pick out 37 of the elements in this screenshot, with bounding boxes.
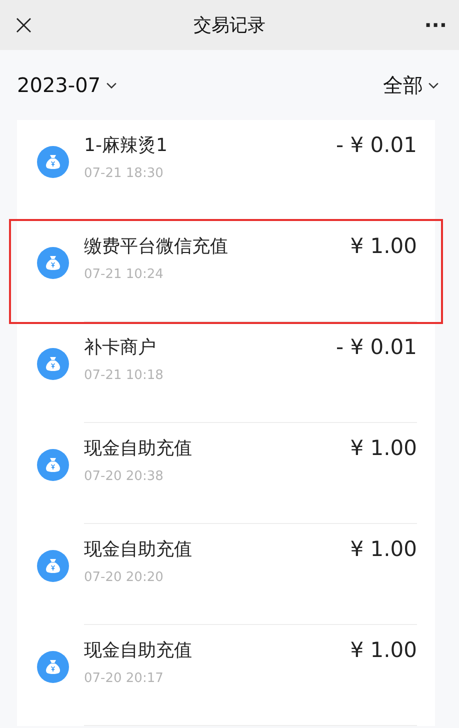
chevron-down-icon: [106, 82, 117, 88]
transaction-row[interactable]: 现金自助充值 ¥ 1.00 07-20 20:17: [17, 625, 435, 726]
transaction-time: 07-20 20:20: [84, 570, 164, 585]
transaction-name: 现金自助充值: [84, 639, 192, 662]
transaction-row[interactable]: 1-麻辣烫1 - ¥ 0.01 07-21 18:30: [17, 120, 435, 221]
transaction-time: 07-21 10:18: [84, 368, 164, 383]
transaction-row[interactable]: 缴费平台微信充值 ¥ 1.00 07-21 10:24: [11, 221, 441, 322]
transaction-amount: ¥ 1.00: [350, 537, 417, 561]
transaction-amount: ¥ 1.00: [350, 638, 417, 662]
money-bag-icon: [37, 348, 69, 380]
transaction-amount: - ¥ 0.01: [336, 133, 417, 157]
transaction-name: 缴费平台微信充值: [84, 235, 228, 258]
more-button[interactable]: ···: [407, 15, 447, 35]
transaction-name: 现金自助充值: [84, 437, 192, 460]
transaction-amount: ¥ 1.00: [350, 234, 417, 258]
transaction-time: 07-21 18:30: [84, 166, 164, 181]
close-button[interactable]: ×: [12, 11, 52, 39]
transaction-row[interactable]: 补卡商户 - ¥ 0.01 07-21 10:18: [17, 322, 435, 423]
transaction-amount: ¥ 1.00: [350, 436, 417, 460]
money-bag-icon: [37, 247, 69, 279]
category-dropdown[interactable]: 全部: [383, 72, 439, 98]
transaction-name: 现金自助充值: [84, 538, 192, 561]
transaction-row[interactable]: 现金自助充值 ¥ 1.00 07-20 20:20: [17, 524, 435, 625]
money-bag-icon: [37, 449, 69, 481]
transaction-name: 补卡商户: [84, 336, 156, 359]
transaction-name: 1-麻辣烫1: [84, 134, 168, 157]
month-dropdown[interactable]: 2023-07: [17, 73, 117, 97]
page-title: 交易记录: [194, 14, 266, 37]
money-bag-icon: [37, 146, 69, 178]
transaction-time: 07-20 20:17: [84, 671, 164, 686]
transaction-time: 07-21 10:24: [84, 267, 164, 282]
money-bag-icon: [37, 651, 69, 683]
transaction-time: 07-20 20:38: [84, 469, 164, 484]
chevron-down-icon: [428, 82, 439, 88]
money-bag-icon: [37, 550, 69, 582]
transaction-row[interactable]: 现金自助充值 ¥ 1.00 07-20 20:38: [17, 423, 435, 524]
transaction-amount: - ¥ 0.01: [336, 335, 417, 359]
